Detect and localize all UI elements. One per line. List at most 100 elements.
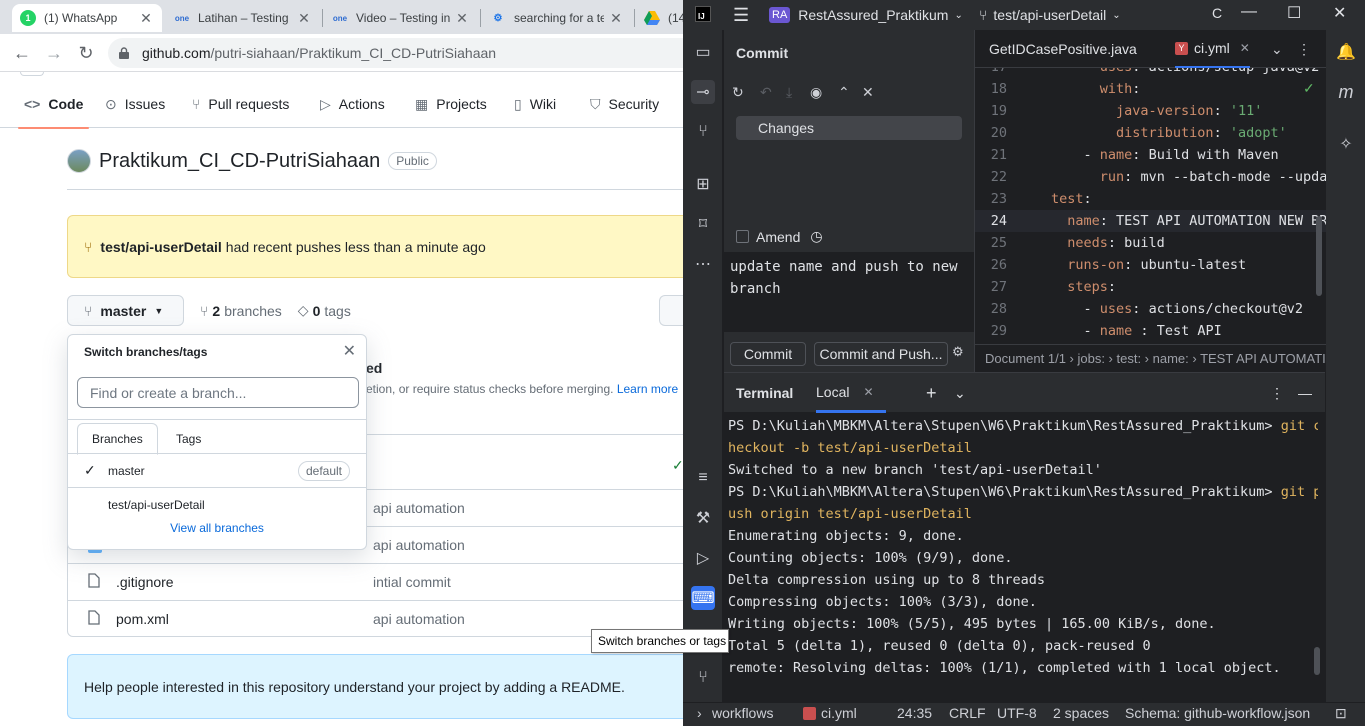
code-line[interactable]: 23 test: — [975, 188, 1326, 210]
learn-more-link[interactable]: Learn more — [617, 382, 678, 396]
tab-projects[interactable]: ▦ Projects — [415, 80, 487, 128]
branch-count[interactable]: 2 — [212, 303, 220, 319]
tab-getidcasepositive[interactable]: GetIDCasePositive.java — [989, 30, 1137, 68]
file-encoding[interactable]: UTF-8 — [997, 705, 1037, 721]
commit-message-input[interactable]: update name and push to new branch — [724, 252, 974, 332]
chevron-down-icon[interactable]: ⌄ — [954, 373, 966, 413]
eye-icon[interactable]: ◉ — [810, 84, 822, 101]
more-icon[interactable]: ⋮ — [1270, 373, 1284, 413]
view-all-branches-link[interactable]: View all branches — [68, 521, 366, 535]
services-icon[interactable]: ▷ — [691, 546, 715, 570]
tab-security[interactable]: ⛉ Security — [590, 80, 659, 128]
minimize-icon[interactable]: — — [1241, 3, 1257, 21]
code-area[interactable]: 17 uses: actions/setup-java@v218 with:19… — [975, 68, 1326, 344]
tab-wiki[interactable]: ▯ Wiki — [514, 80, 556, 128]
refresh-icon[interactable]: ↻ — [732, 84, 744, 101]
run-config-partial[interactable]: C — [1212, 5, 1222, 21]
tab-tags[interactable]: Tags — [162, 423, 215, 455]
collapse-icon[interactable]: ✕ — [862, 84, 874, 101]
add-icon[interactable]: + — [926, 373, 937, 413]
code-line[interactable]: 19 java-version: '11' — [975, 100, 1326, 122]
amend-checkbox[interactable]: Amend ◷ — [736, 228, 823, 245]
history-icon[interactable]: ◷ — [810, 228, 822, 245]
lock-icon[interactable]: ⊡ — [1335, 705, 1347, 722]
branch-filter-input[interactable] — [77, 377, 359, 408]
download-icon[interactable]: ⤓ — [786, 84, 792, 101]
tab-issues[interactable]: ⊙ Issues — [105, 80, 165, 128]
status-path-file[interactable]: ci.yml — [821, 705, 857, 721]
line-separator[interactable]: CRLF — [949, 705, 986, 721]
indent-setting[interactable]: 2 spaces — [1053, 705, 1109, 721]
commit-button[interactable]: Commit — [730, 342, 806, 366]
folder-icon[interactable]: ▭ — [691, 40, 715, 64]
vcs-branch-selector[interactable]: ⑂ test/api-userDetail ⌄ — [979, 0, 1121, 30]
reload-icon[interactable]: ↻ — [74, 41, 98, 65]
code-line[interactable]: 20 distribution: 'adopt' — [975, 122, 1326, 144]
editor-breadcrumb[interactable]: Document 1/1 › jobs: › test: › name: › T… — [975, 344, 1326, 372]
branch-select-button[interactable]: ⑂ master ▼ — [67, 295, 184, 326]
back-icon[interactable]: ← — [10, 41, 34, 65]
bookmark-icon[interactable]: ⌑ — [691, 212, 715, 236]
build-icon[interactable]: ⚒ — [691, 506, 715, 530]
code-line[interactable]: 29 - name : Test API — [975, 320, 1326, 342]
commit-tool-icon[interactable]: ⊸ — [691, 80, 715, 104]
todo-icon[interactable]: ≡ — [691, 466, 715, 490]
tab-actions[interactable]: ▷ Actions — [320, 80, 385, 128]
editor-scrollbar[interactable] — [1316, 216, 1322, 296]
browser-tab-whatsapp[interactable]: 1 (1) WhatsApp ✕ — [12, 4, 162, 32]
pull-request-icon[interactable]: ⑂ — [691, 120, 715, 144]
tab-ci-yml[interactable]: Y ci.yml ✕ — [1175, 30, 1250, 68]
close-tab-icon[interactable]: ✕ — [296, 10, 312, 27]
terminal-tab-local[interactable]: Local ✕ — [816, 373, 886, 413]
browser-tab-search[interactable]: ⚙ searching for a te ✕ — [482, 4, 632, 32]
code-line[interactable]: 27 steps: — [975, 276, 1326, 298]
ai-assistant-icon[interactable]: ✧ — [1334, 132, 1358, 156]
git-icon[interactable]: ⑂ — [691, 666, 715, 690]
address-bar[interactable]: github.com/putri-siahaan/Praktikum_CI_CD… — [108, 38, 683, 68]
close-tab-icon[interactable]: ✕ — [1240, 41, 1250, 55]
go-to-file-button[interactable] — [659, 295, 683, 326]
code-line[interactable]: 26 runs-on: ubuntu-latest — [975, 254, 1326, 276]
terminal-output[interactable]: PS D:\Kuliah\MBKM\Altera\Stupen\W6\Prakt… — [728, 415, 1318, 703]
expand-icon[interactable]: ⌃ — [838, 84, 850, 101]
status-path-folder[interactable]: workflows — [712, 705, 773, 721]
maximize-icon[interactable]: ☐ — [1287, 3, 1301, 23]
more-icon[interactable]: ⋮ — [1297, 30, 1311, 68]
caret-position[interactable]: 24:35 — [897, 705, 932, 721]
rollback-icon[interactable]: ↶ — [760, 84, 772, 101]
repo-name[interactable]: Praktikum_CI_CD-PutriSiahaan — [99, 150, 380, 173]
tab-branches[interactable]: Branches — [77, 423, 158, 455]
maven-icon[interactable]: m — [1334, 80, 1358, 104]
notifications-icon[interactable]: 🔔 — [1334, 40, 1358, 64]
tab-code[interactable]: <> Code — [17, 80, 90, 129]
branch-item-master[interactable]: ✓ master default — [68, 453, 366, 487]
code-line[interactable]: 24 name: TEST API AUTOMATION NEW BRANCH — [975, 210, 1326, 232]
branch-item-test-api-userdetail[interactable]: test/api-userDetail — [68, 487, 366, 521]
forward-icon[interactable]: → — [42, 41, 66, 65]
code-line[interactable]: 21 - name: Build with Maven — [975, 144, 1326, 166]
avatar[interactable] — [67, 149, 91, 173]
code-line[interactable]: 22 run: mvn --batch-mode --update-snapsh… — [975, 166, 1326, 188]
browser-tab-drive[interactable]: (14 — [636, 4, 683, 32]
structure-icon[interactable]: ⊞ — [691, 172, 715, 196]
hide-panel-icon[interactable]: — — [1298, 373, 1312, 413]
close-tab-icon[interactable]: ✕ — [454, 10, 470, 27]
browser-tab-latihan[interactable]: one Latihan – Testing in ✕ — [166, 4, 320, 32]
terminal-scrollbar[interactable] — [1314, 647, 1320, 675]
main-menu-icon[interactable]: ☰ — [733, 0, 749, 30]
terminal-icon[interactable]: ⌨ — [691, 586, 715, 610]
file-row[interactable]: .gitignore intial commit — [68, 563, 683, 600]
close-tab-icon[interactable]: ✕ — [863, 385, 873, 399]
pushed-branch-name[interactable]: test/api-userDetail — [100, 239, 221, 255]
more-icon[interactable]: ⋯ — [691, 252, 715, 276]
code-line[interactable]: 17 uses: actions/setup-java@v2 — [975, 68, 1326, 78]
code-line[interactable]: 28 - uses: actions/checkout@v2 — [975, 298, 1326, 320]
settings-icon[interactable]: ⚙ — [952, 344, 964, 360]
project-selector[interactable]: RA RestAssured_Praktikum ⌄ — [769, 0, 963, 30]
close-tab-icon[interactable]: ✕ — [138, 10, 154, 27]
changes-node[interactable]: Changes — [736, 116, 962, 140]
code-line[interactable]: 25 needs: build — [975, 232, 1326, 254]
close-tab-icon[interactable]: ✕ — [608, 10, 624, 27]
close-icon[interactable]: ✕ — [343, 341, 356, 361]
tab-pull-requests[interactable]: ⑂ Pull requests — [192, 80, 289, 128]
